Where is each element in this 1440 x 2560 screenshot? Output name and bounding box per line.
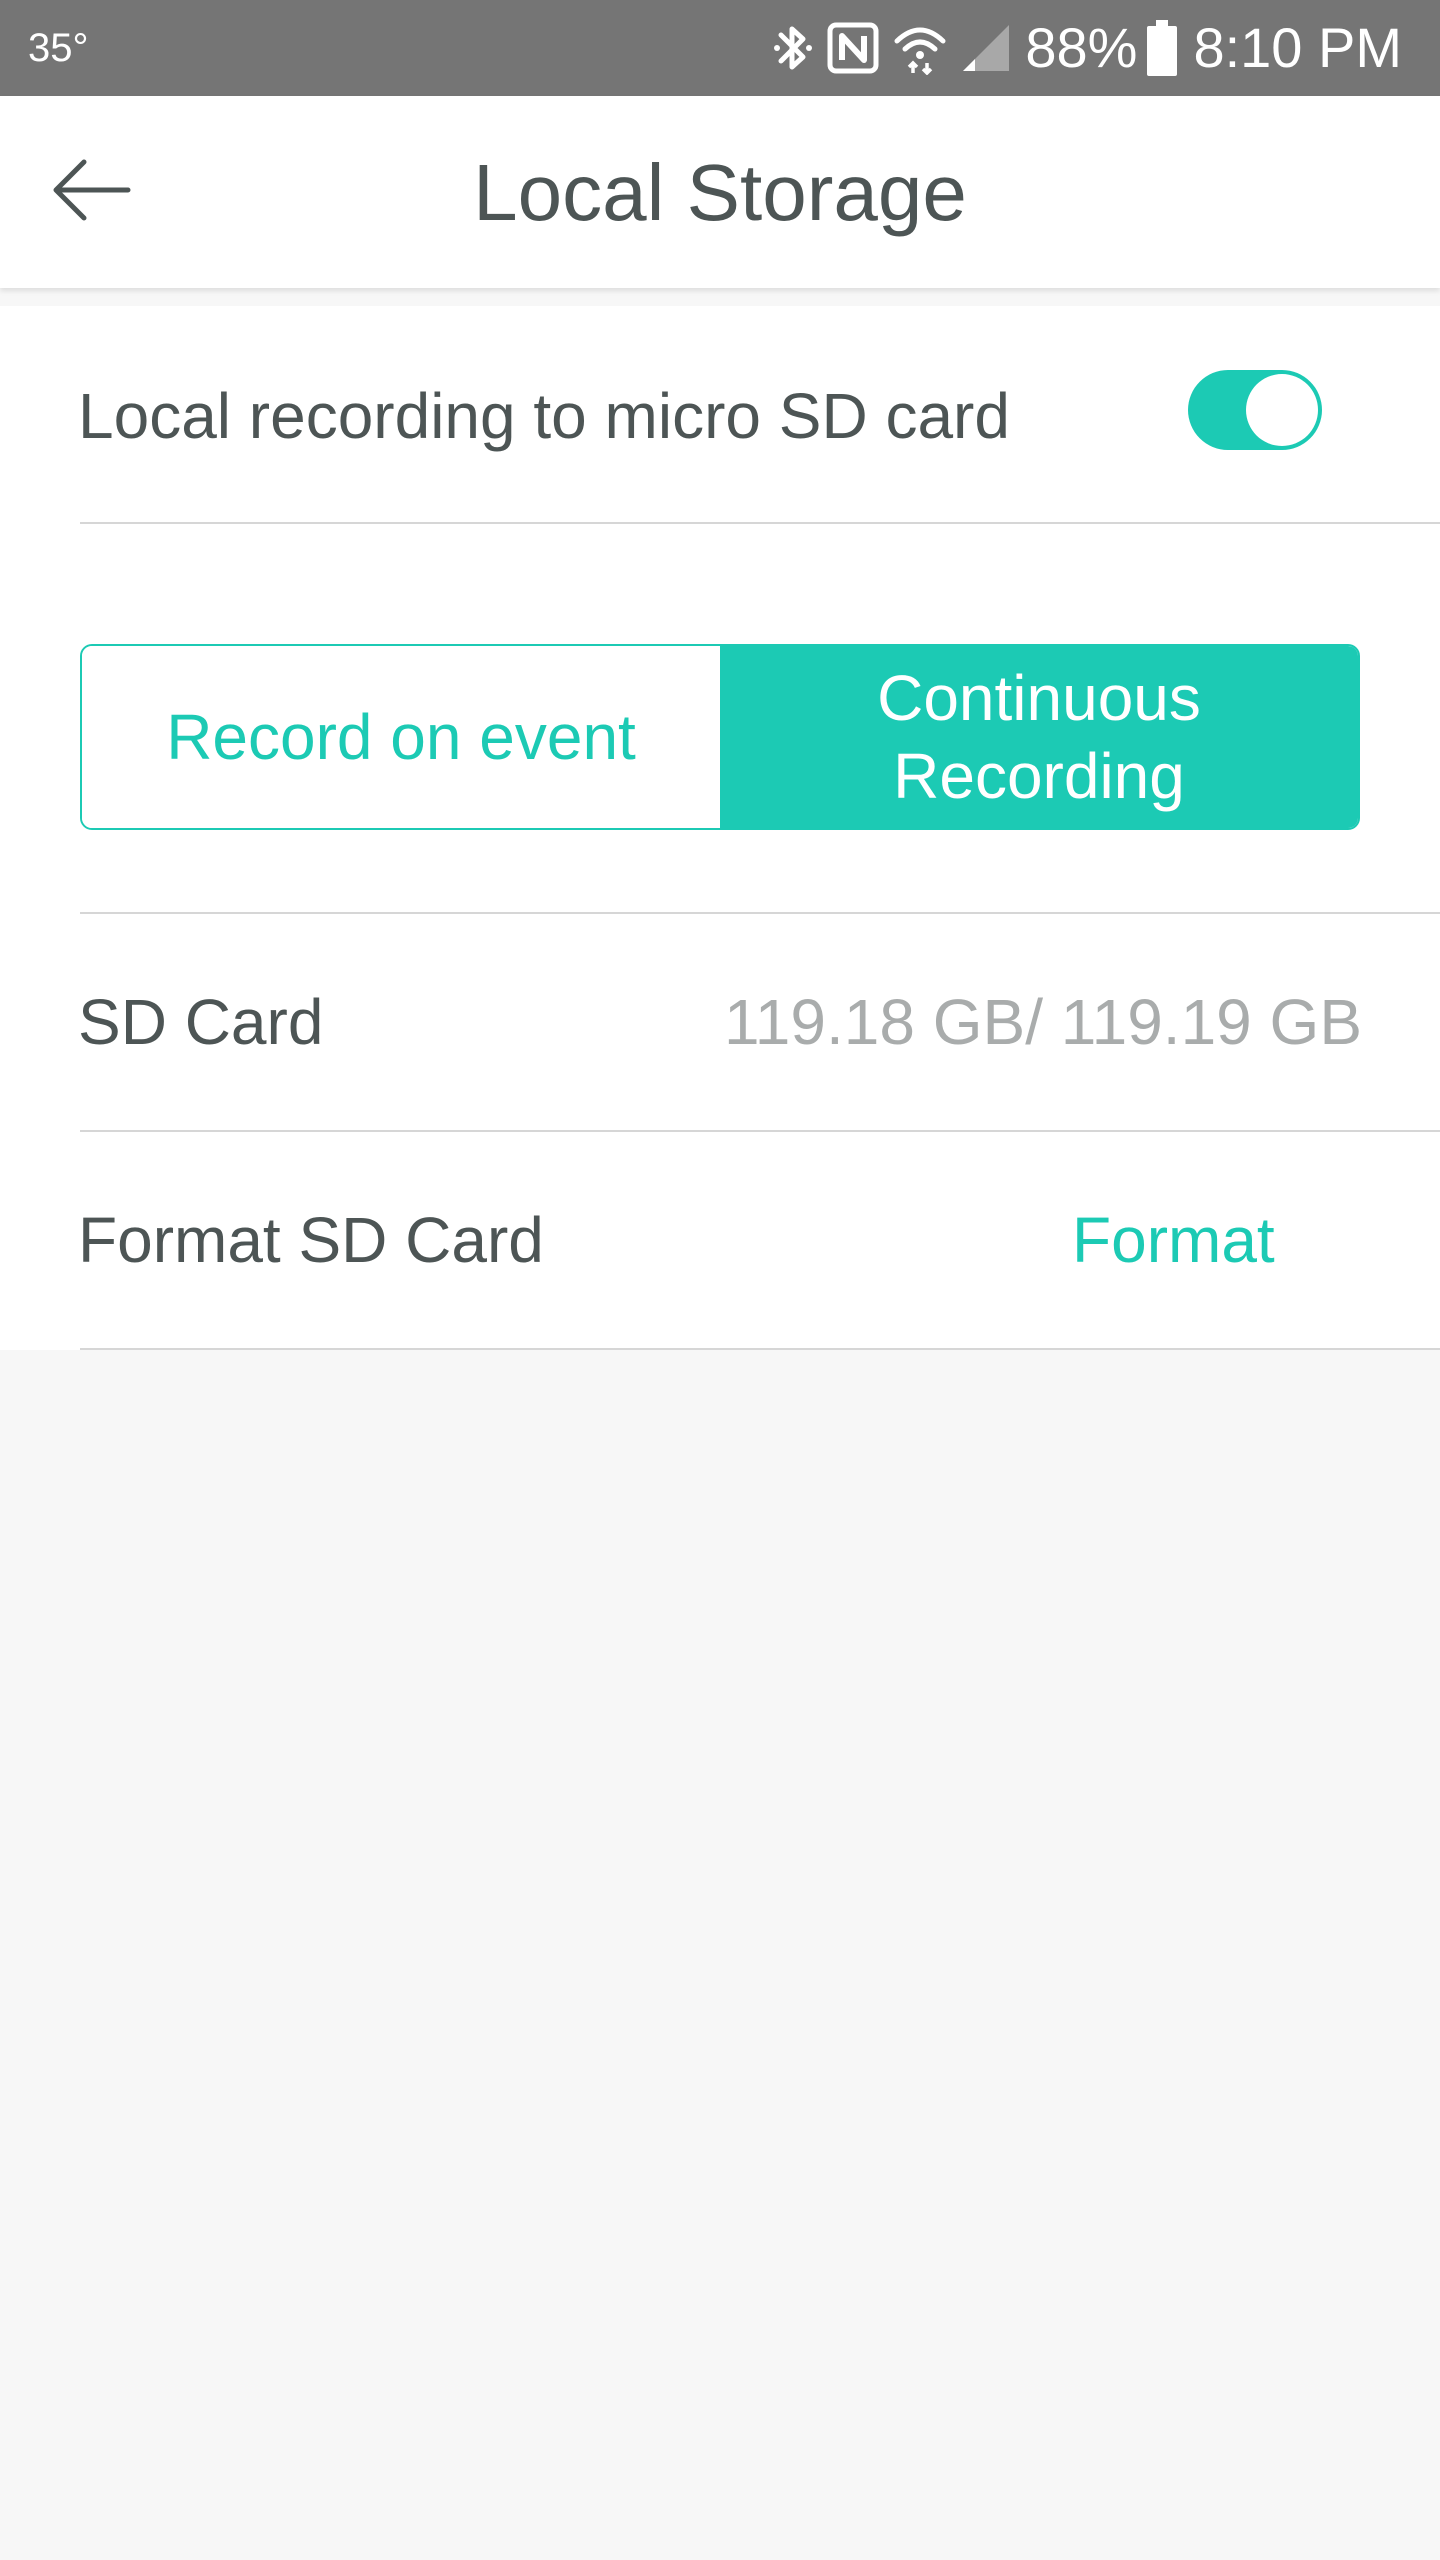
sd-card-label: SD Card <box>78 986 324 1058</box>
record-on-event-option[interactable]: Record on event <box>82 646 720 828</box>
divider <box>80 912 1440 914</box>
app-bar: Local Storage <box>0 96 1440 288</box>
recording-mode-selector: Record on event Continuous Recording <box>80 644 1360 830</box>
continuous-recording-option[interactable]: Continuous Recording <box>720 646 1358 828</box>
battery-icon <box>1147 20 1178 76</box>
battery-percent: 88% <box>1025 16 1138 79</box>
divider <box>80 1130 1440 1132</box>
local-recording-label: Local recording to micro SD card <box>78 380 1010 452</box>
cell-signal-icon <box>961 23 1011 73</box>
status-temperature: 35° <box>28 26 89 70</box>
settings-card: Local recording to micro SD card Record … <box>0 306 1440 1350</box>
toggle-knob <box>1246 374 1318 446</box>
page-title: Local Storage <box>473 148 967 237</box>
bluetooth-icon <box>773 21 813 75</box>
sd-card-capacity: 119.18 GB/ 119.19 GB <box>723 986 1362 1058</box>
status-icons: 88% 8:10 PM <box>759 18 1402 78</box>
clock: 8:10 PM <box>1193 16 1402 79</box>
divider <box>80 1348 1440 1350</box>
status-bar: 35° 88% 8:10 PM <box>0 0 1440 96</box>
format-button[interactable]: Format <box>1072 1200 1275 1280</box>
divider <box>80 522 1440 524</box>
nfc-icon <box>827 22 879 74</box>
wifi-icon <box>893 21 947 75</box>
format-sd-card-label: Format SD Card <box>78 1204 544 1276</box>
continuous-recording-label: Continuous Recording <box>877 662 1201 812</box>
local-recording-toggle[interactable] <box>1188 370 1322 450</box>
